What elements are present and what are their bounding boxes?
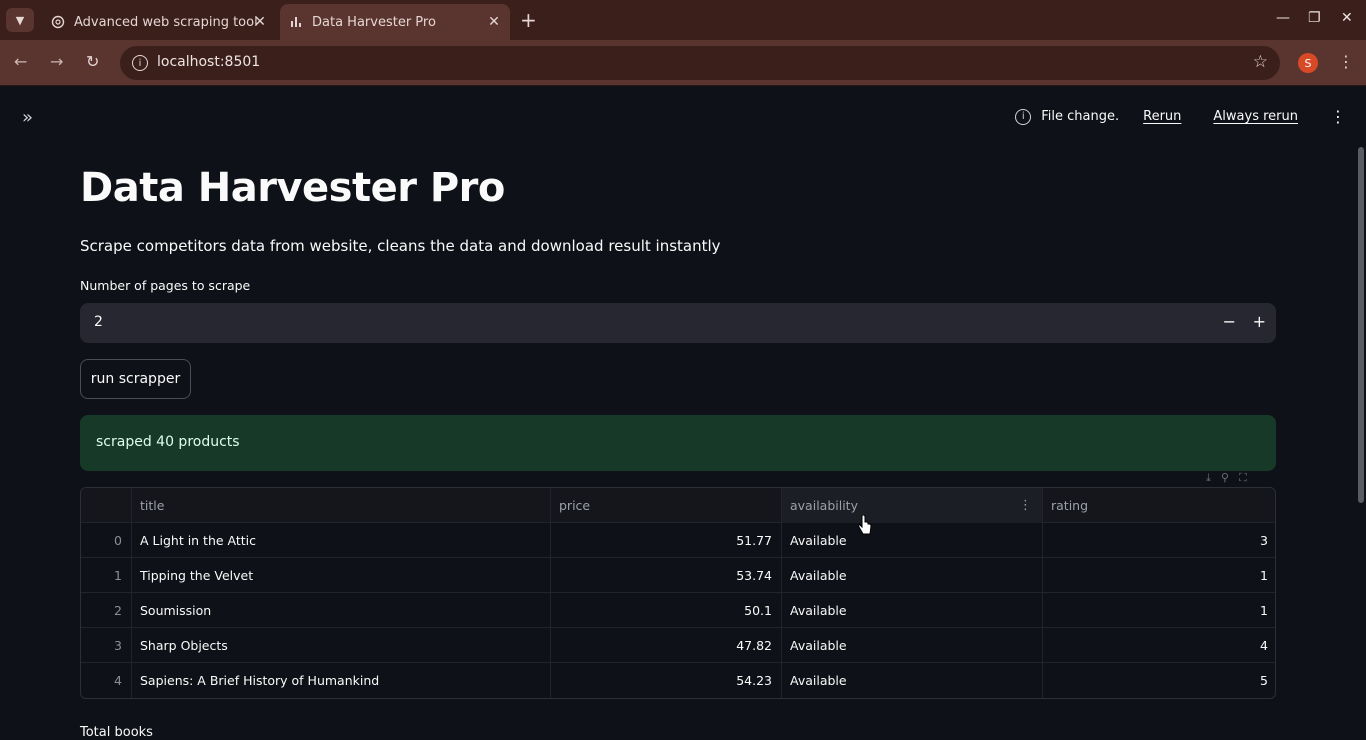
- cell-rating[interactable]: 4: [1043, 628, 1275, 663]
- row-index: 0: [81, 523, 132, 558]
- row-index: 1: [81, 558, 132, 593]
- cell-title[interactable]: Sapiens: A Brief History of Humankind: [132, 663, 551, 698]
- index-header: [81, 488, 132, 523]
- table-row[interactable]: 3 Sharp Objects 47.82 Available 4: [81, 628, 1275, 663]
- table-row[interactable]: 4 Sapiens: A Brief History of Humankind …: [81, 663, 1275, 698]
- rerun-button[interactable]: Rerun: [1143, 109, 1181, 124]
- increment-icon[interactable]: +: [1253, 312, 1266, 331]
- browser-tab-advanced-web-scraping[interactable]: Advanced web scraping tool ✕: [40, 4, 276, 40]
- browser-tab-data-harvester[interactable]: Data Harvester Pro ✕: [280, 4, 510, 40]
- download-icon[interactable]: ⤓: [1206, 471, 1211, 485]
- hand-cursor-icon: [858, 515, 872, 535]
- row-index: 2: [81, 593, 132, 628]
- page-subtitle: Scrape competitors data from website, cl…: [80, 237, 721, 255]
- openai-icon: [50, 14, 66, 30]
- always-rerun-button[interactable]: Always rerun: [1213, 109, 1298, 124]
- cell-availability[interactable]: Available: [782, 523, 1043, 558]
- browser-tab-label: Data Harvester Pro: [312, 14, 436, 30]
- reload-icon[interactable]: ↻: [86, 52, 99, 71]
- fullscreen-icon[interactable]: ⛶: [1239, 471, 1247, 485]
- success-alert: scraped 40 products: [80, 415, 1276, 471]
- cell-rating[interactable]: 1: [1043, 593, 1275, 628]
- app-main: » i File change. Rerun Always rerun ⋮ Da…: [0, 87, 1366, 740]
- cell-price[interactable]: 47.82: [551, 628, 782, 663]
- column-header-title[interactable]: title: [132, 488, 551, 523]
- address-bar[interactable]: i localhost:8501 ☆: [120, 46, 1280, 80]
- row-index: 3: [81, 628, 132, 663]
- total-books-label: Total books: [80, 725, 153, 740]
- restore-icon[interactable]: ❐: [1308, 10, 1321, 26]
- info-icon: i: [1015, 108, 1032, 125]
- dataframe-toolbar: ⤓ ⚲ ⛶: [1206, 471, 1247, 485]
- back-arrow-icon[interactable]: ←: [14, 52, 27, 71]
- browser-nav-bar: ← → ↻ i localhost:8501 ☆ S ⋮: [0, 40, 1366, 86]
- pages-input-label: Number of pages to scrape: [80, 278, 251, 293]
- cell-title[interactable]: A Light in the Attic: [132, 523, 551, 558]
- page-title: Data Harvester Pro: [80, 165, 505, 211]
- row-index: 4: [81, 663, 132, 698]
- table-row[interactable]: 2 Soumission 50.1 Available 1: [81, 593, 1275, 628]
- site-info-icon[interactable]: i: [132, 55, 148, 71]
- cell-availability[interactable]: Available: [782, 593, 1043, 628]
- browser-tab-label: Advanced web scraping tool: [74, 14, 258, 30]
- search-icon[interactable]: ⚲: [1221, 471, 1229, 485]
- cell-rating[interactable]: 1: [1043, 558, 1275, 593]
- bookmark-star-icon[interactable]: ☆: [1253, 52, 1268, 72]
- cell-price[interactable]: 53.74: [551, 558, 782, 593]
- column-header-availability[interactable]: availability ⋮: [782, 488, 1043, 523]
- column-menu-icon[interactable]: ⋮: [1019, 488, 1032, 523]
- tab-search-chevron-icon[interactable]: ▼: [6, 8, 34, 32]
- table-row[interactable]: 0 A Light in the Attic 51.77 Available 3: [81, 523, 1275, 558]
- cell-availability[interactable]: Available: [782, 663, 1043, 698]
- cell-price[interactable]: 54.23: [551, 663, 782, 698]
- url-text[interactable]: localhost:8501: [157, 54, 260, 70]
- close-tab-icon[interactable]: ✕: [252, 14, 268, 30]
- cell-price[interactable]: 51.77: [551, 523, 782, 558]
- cell-title[interactable]: Soumission: [132, 593, 551, 628]
- pages-number-input[interactable]: 2 − +: [80, 303, 1276, 343]
- browser-menu-icon[interactable]: ⋮: [1338, 52, 1354, 71]
- column-header-price[interactable]: price: [551, 488, 782, 523]
- expand-sidebar-icon[interactable]: »: [22, 107, 33, 128]
- cell-rating[interactable]: 3: [1043, 523, 1275, 558]
- table-header-row: title price availability ⋮ rating: [81, 488, 1275, 523]
- success-message: scraped 40 products: [96, 434, 240, 450]
- profile-avatar[interactable]: S: [1298, 53, 1318, 73]
- minimize-icon[interactable]: —: [1276, 10, 1290, 26]
- cell-availability[interactable]: Available: [782, 558, 1043, 593]
- page-scrollbar[interactable]: [1358, 147, 1364, 503]
- status-bar: i File change. Rerun Always rerun ⋮: [1015, 107, 1346, 126]
- cell-title[interactable]: Sharp Objects: [132, 628, 551, 663]
- cell-availability[interactable]: Available: [782, 628, 1043, 663]
- column-header-label: availability: [790, 498, 858, 513]
- main-menu-icon[interactable]: ⋮: [1330, 107, 1346, 126]
- table-row[interactable]: 1 Tipping the Velvet 53.74 Available 1: [81, 558, 1275, 593]
- close-window-icon[interactable]: ✕: [1341, 10, 1353, 26]
- cell-price[interactable]: 50.1: [551, 593, 782, 628]
- status-message: File change.: [1041, 109, 1120, 124]
- new-tab-plus-icon[interactable]: +: [520, 10, 537, 30]
- column-header-rating[interactable]: rating: [1043, 488, 1275, 523]
- run-scrapper-button[interactable]: run scrapper: [80, 359, 191, 399]
- forward-arrow-icon[interactable]: →: [50, 52, 63, 71]
- browser-tab-bar: ▼ Advanced web scraping tool ✕ Data Harv…: [0, 0, 1366, 40]
- pages-input-value[interactable]: 2: [94, 314, 103, 330]
- chart-icon: [288, 14, 304, 30]
- cell-rating[interactable]: 5: [1043, 663, 1275, 698]
- decrement-icon[interactable]: −: [1223, 312, 1236, 331]
- cell-title[interactable]: Tipping the Velvet: [132, 558, 551, 593]
- data-table[interactable]: title price availability ⋮ rating 0 A Li…: [80, 487, 1276, 699]
- close-tab-icon[interactable]: ✕: [486, 14, 502, 30]
